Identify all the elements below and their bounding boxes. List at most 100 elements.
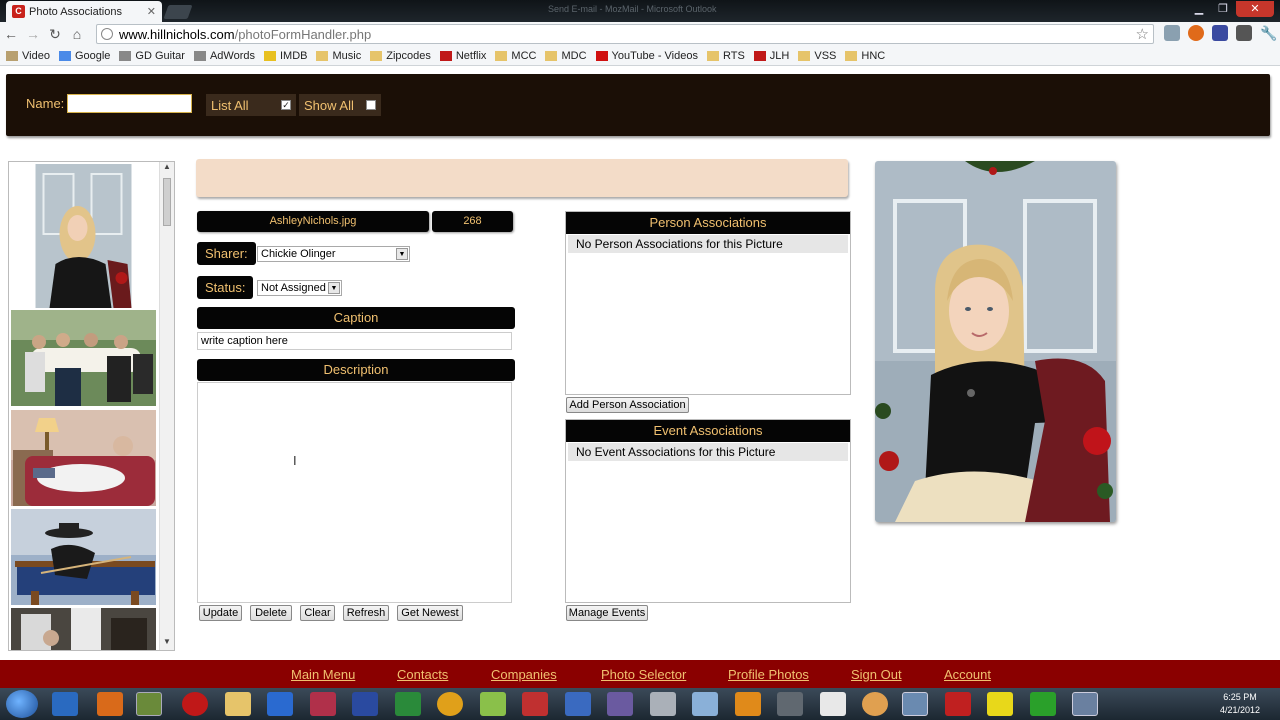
footer-link-main-menu[interactable]: Main Menu: [291, 667, 355, 682]
bookmark-label: Music: [332, 49, 362, 62]
name-search-input[interactable]: [67, 94, 192, 113]
thumbnail-list[interactable]: ▲ ▼: [8, 161, 175, 651]
bookmark-item[interactable]: Music: [316, 50, 361, 62]
radiation-taskbar-icon[interactable]: [987, 692, 1013, 716]
scroll-down-icon[interactable]: ▼: [160, 637, 174, 650]
snip-taskbar-icon[interactable]: [777, 692, 803, 716]
refresh-button[interactable]: Refresh: [343, 605, 389, 621]
video-taskbar-icon[interactable]: [1072, 692, 1098, 716]
filezilla-taskbar-icon[interactable]: [945, 692, 971, 716]
premiere-taskbar-icon[interactable]: [607, 692, 633, 716]
footer-link-photo-selector[interactable]: Photo Selector: [601, 667, 686, 682]
onenote-extension-icon[interactable]: [1212, 25, 1228, 41]
bookmark-item[interactable]: GD Guitar: [119, 50, 185, 62]
thumbnail-pool-table[interactable]: [11, 509, 156, 605]
bookmark-item[interactable]: HNC: [845, 50, 885, 62]
tab-title: Photo Associations: [29, 5, 122, 18]
camera-taskbar-icon[interactable]: [522, 692, 548, 716]
footer-link-profile-photos[interactable]: Profile Photos: [728, 667, 809, 682]
thumbnail-dinner-party[interactable]: [11, 310, 156, 406]
media-taskbar-icon[interactable]: [735, 692, 761, 716]
bookmark-star-icon[interactable]: ☆: [1136, 25, 1149, 43]
chrome-taskbar-icon[interactable]: [136, 692, 162, 716]
show-all-toggle[interactable]: Show All: [299, 94, 381, 116]
person-associations-empty: No Person Associations for this Picture: [568, 235, 848, 253]
bookmark-item[interactable]: Netflix: [439, 50, 486, 62]
update-button[interactable]: Update: [199, 605, 242, 621]
thumbnail-ashley[interactable]: [11, 164, 156, 308]
evernote-taskbar-icon[interactable]: [480, 692, 506, 716]
bookmark-item[interactable]: Zipcodes: [370, 50, 431, 62]
status-select[interactable]: Not Assigned ▼: [257, 280, 342, 296]
pse-taskbar-icon[interactable]: [565, 692, 591, 716]
tab-close-icon[interactable]: ✕: [147, 5, 156, 18]
chevron-down-icon[interactable]: ▼: [396, 248, 408, 260]
browser-tab[interactable]: C Photo Associations ✕: [6, 1, 162, 22]
utility-taskbar-icon[interactable]: [650, 692, 676, 716]
bookmark-item[interactable]: AdWords: [193, 50, 255, 62]
thumbnail-man-sleeping[interactable]: [11, 410, 156, 506]
clock-time: 6:25 PM: [1223, 692, 1257, 702]
start-button-icon[interactable]: [6, 690, 38, 718]
calculator-extension-icon[interactable]: [1236, 25, 1252, 41]
chevron-down-icon[interactable]: ▼: [328, 282, 340, 294]
list-all-toggle[interactable]: List All ✓: [206, 94, 296, 116]
delete-button[interactable]: Delete: [250, 605, 292, 621]
page-info-icon[interactable]: [101, 28, 113, 40]
word-taskbar-icon[interactable]: [352, 692, 378, 716]
show-all-checkbox[interactable]: [366, 100, 376, 110]
footer-link-sign-out[interactable]: Sign Out: [851, 667, 902, 682]
bookmark-item[interactable]: IMDB: [263, 50, 307, 62]
notes-taskbar-icon[interactable]: [692, 692, 718, 716]
scroll-up-icon[interactable]: ▲: [160, 162, 174, 175]
address-bar[interactable]: www.hillnichols.com /photoFormHandler.ph…: [96, 24, 1154, 44]
outlook-taskbar-icon[interactable]: [267, 692, 293, 716]
footer-link-account[interactable]: Account: [944, 667, 991, 682]
thumbnail-room[interactable]: [11, 608, 156, 651]
accessibility-taskbar-icon[interactable]: [820, 692, 846, 716]
bookmark-item[interactable]: JLH: [753, 50, 789, 62]
browser-navbar: ← → ↻ ⌂ www.hillnichols.com /photoFormHa…: [0, 22, 1280, 46]
zoom-extension-icon[interactable]: [1164, 25, 1180, 41]
description-textarea[interactable]: [197, 382, 512, 603]
reload-icon[interactable]: ↻: [44, 26, 66, 43]
firefox-taskbar-icon[interactable]: [97, 692, 123, 716]
thumbnail-scrollbar[interactable]: ▲ ▼: [159, 162, 174, 650]
user-taskbar-icon[interactable]: [862, 692, 888, 716]
bookmark-item[interactable]: RTS: [706, 50, 745, 62]
bookmark-item[interactable]: MDC: [545, 50, 587, 62]
new-tab-button[interactable]: [163, 5, 193, 19]
excel-taskbar-icon[interactable]: [395, 692, 421, 716]
opera-taskbar-icon[interactable]: [182, 692, 208, 716]
clear-button[interactable]: Clear: [300, 605, 335, 621]
system-clock[interactable]: 6:25 PM 4/21/2012: [1220, 691, 1260, 717]
wrench-menu-icon[interactable]: 🔧: [1260, 25, 1277, 41]
bookmark-item[interactable]: Video: [6, 50, 50, 62]
browser-taskbar-icon[interactable]: [902, 692, 928, 716]
sharer-select[interactable]: Chickie Olinger ▼: [257, 246, 410, 262]
bookmark-item[interactable]: YouTube - Videos: [595, 50, 698, 62]
play-taskbar-icon[interactable]: [1030, 692, 1056, 716]
scrollbar-thumb[interactable]: [163, 178, 171, 226]
ie-taskbar-icon[interactable]: [52, 692, 78, 716]
minimize-icon[interactable]: ▁: [1188, 1, 1210, 17]
explorer-taskbar-icon[interactable]: [225, 692, 251, 716]
forward-icon[interactable]: →: [22, 26, 44, 42]
get-newest-button[interactable]: Get Newest: [397, 605, 463, 621]
manage-events-button[interactable]: Manage Events: [566, 605, 648, 621]
footer-link-contacts[interactable]: Contacts: [397, 667, 448, 682]
list-all-checkbox[interactable]: ✓: [281, 100, 291, 110]
back-icon[interactable]: ←: [0, 26, 22, 42]
opera-extension-icon[interactable]: [1188, 25, 1204, 41]
add-person-association-button[interactable]: Add Person Association: [566, 397, 689, 413]
bookmark-item[interactable]: MCC: [495, 50, 536, 62]
maximize-icon[interactable]: ❐: [1212, 1, 1234, 17]
bookmark-item[interactable]: Google: [58, 50, 110, 62]
access-taskbar-icon[interactable]: [310, 692, 336, 716]
caption-input[interactable]: write caption here: [197, 332, 512, 350]
footer-link-companies[interactable]: Companies: [491, 667, 557, 682]
home-icon[interactable]: ⌂: [66, 26, 88, 42]
close-window-icon[interactable]: ✕: [1236, 1, 1274, 17]
bookmark-item[interactable]: VSS: [798, 50, 836, 62]
sunflower-taskbar-icon[interactable]: [437, 692, 463, 716]
